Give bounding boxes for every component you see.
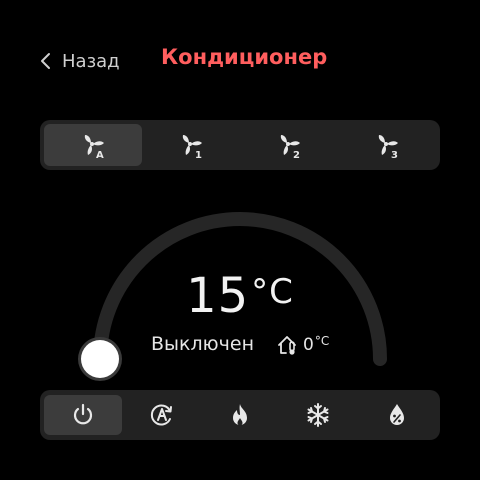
svg-text:2: 2 <box>293 150 300 160</box>
power-button[interactable] <box>44 395 123 435</box>
heat-flame-icon <box>233 404 248 426</box>
fan-auto-icon: A <box>84 135 104 160</box>
room-temperature: 0 °C <box>276 333 329 357</box>
page-title: Кондиционер <box>161 45 328 69</box>
room-temperature-unit: °C <box>314 334 330 348</box>
fan-speed-2-icon: 2 <box>280 135 300 160</box>
set-temperature-value: 15 <box>186 268 250 324</box>
house-thermometer-icon <box>278 336 296 355</box>
dial-handle[interactable] <box>78 337 122 381</box>
chevron-left-icon <box>41 53 50 69</box>
power-icon <box>74 403 93 425</box>
set-temperature: 15°C <box>0 268 480 324</box>
status-text: Выключен <box>151 333 254 355</box>
dry-mode-button[interactable] <box>358 395 436 435</box>
auto-mode-button[interactable] <box>122 395 200 435</box>
fan-speed-1-button[interactable]: 1 <box>142 124 240 166</box>
fan-speed-3-button[interactable]: 3 <box>338 124 436 166</box>
auto-mode-icon <box>150 404 172 426</box>
cool-mode-button[interactable] <box>279 395 357 435</box>
dry-humidity-icon <box>389 404 404 425</box>
room-temperature-value: 0 <box>303 335 314 355</box>
heat-mode-button[interactable] <box>201 395 279 435</box>
cool-snowflake-icon <box>307 403 329 427</box>
fan-speed-3-icon: 3 <box>378 135 398 160</box>
back-button[interactable]: Назад <box>38 48 120 74</box>
svg-text:A: A <box>96 150 104 160</box>
set-temperature-unit: °C <box>251 272 294 312</box>
mode-selector <box>40 390 440 440</box>
fan-speed-1-icon: 1 <box>182 135 202 160</box>
fan-auto-button[interactable]: A <box>44 124 142 166</box>
fan-speed-2-button[interactable]: 2 <box>240 124 338 166</box>
fan-speed-selector: A 1 2 3 <box>40 120 440 170</box>
svg-text:3: 3 <box>391 150 398 160</box>
svg-text:1: 1 <box>195 150 202 160</box>
back-label: Назад <box>62 50 120 72</box>
